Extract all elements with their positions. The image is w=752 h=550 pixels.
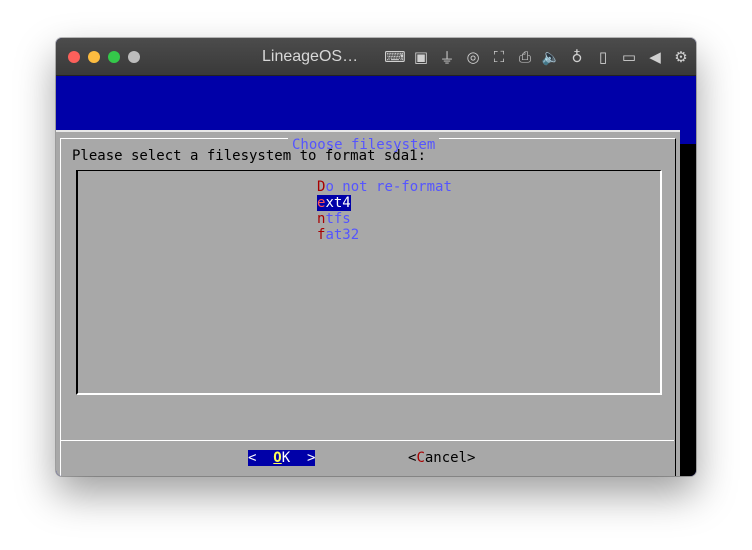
filesystem-list: Do not re-format ext4 ntfs fat32 [76,170,662,395]
cancel-hotkey: C [416,450,425,466]
zoom-window-button[interactable] [108,51,120,63]
window-title: LineageOS… [262,48,359,65]
option-label: tfs [325,211,351,227]
chip-icon[interactable]: ▣ [410,48,432,66]
network-icon[interactable]: ⛶ [488,48,510,66]
ok-bracket-left: < [248,450,274,466]
close-window-button[interactable] [68,51,80,63]
option-label: o not re-format [325,179,452,195]
cancel-bracket-right: > [467,450,476,466]
option-label: at32 [325,227,360,243]
usb-icon[interactable]: ⏚ [436,47,458,68]
cancel-button[interactable]: <Cancel> [408,450,475,466]
camera-icon[interactable]: ▭ [618,48,640,66]
vm-window: LineageOS… ⌨ ▣ ⏚ ◎ ⛶ ⎙ 🔈 ♁ ▯ ▭ ◀ ⚙ Choos… [56,38,696,476]
save-icon[interactable]: ⎙ [514,48,536,66]
list-item-fat32[interactable]: fat32 [317,227,359,243]
speaker-icon[interactable]: 🔈 [540,48,562,66]
list-item-do-not-reformat[interactable]: Do not re-format [317,179,452,195]
ok-bracket-right: > [290,450,316,466]
list-item-ext4[interactable]: ext4 [317,195,351,211]
vm-toolbar: ⌨ ▣ ⏚ ◎ ⛶ ⎙ 🔈 ♁ ▯ ▭ ◀ ⚙ [384,47,692,67]
phone-icon[interactable]: ▯ [592,48,614,66]
ok-button[interactable]: < OK > [248,450,316,466]
window-titlebar: LineageOS… ⌨ ▣ ⏚ ◎ ⛶ ⎙ 🔈 ♁ ▯ ▭ ◀ ⚙ [56,38,696,76]
console-screen: Choose filesystem Please select a filesy… [56,76,696,476]
option-label: xt4 [325,195,351,211]
minimize-window-button[interactable] [88,51,100,63]
ok-hotkey: O [273,450,282,466]
back-icon[interactable]: ◀ [644,48,666,66]
gear-icon[interactable]: ⚙ [670,48,692,66]
dialog-prompt: Please select a filesystem to format sda… [72,148,427,164]
cd-icon[interactable]: ◎ [462,48,484,66]
microphone-icon[interactable]: ♁ [566,48,588,66]
button-separator [60,440,674,441]
ok-label: K [281,450,291,466]
keyboard-icon[interactable]: ⌨ [384,48,406,66]
dialog-shadow-right [680,144,696,476]
cancel-label: ancel [424,450,468,466]
list-item-ntfs[interactable]: ntfs [317,211,351,227]
fullscreen-window-button[interactable] [128,51,140,63]
filesystem-dialog: Choose filesystem Please select a filesy… [56,130,680,476]
